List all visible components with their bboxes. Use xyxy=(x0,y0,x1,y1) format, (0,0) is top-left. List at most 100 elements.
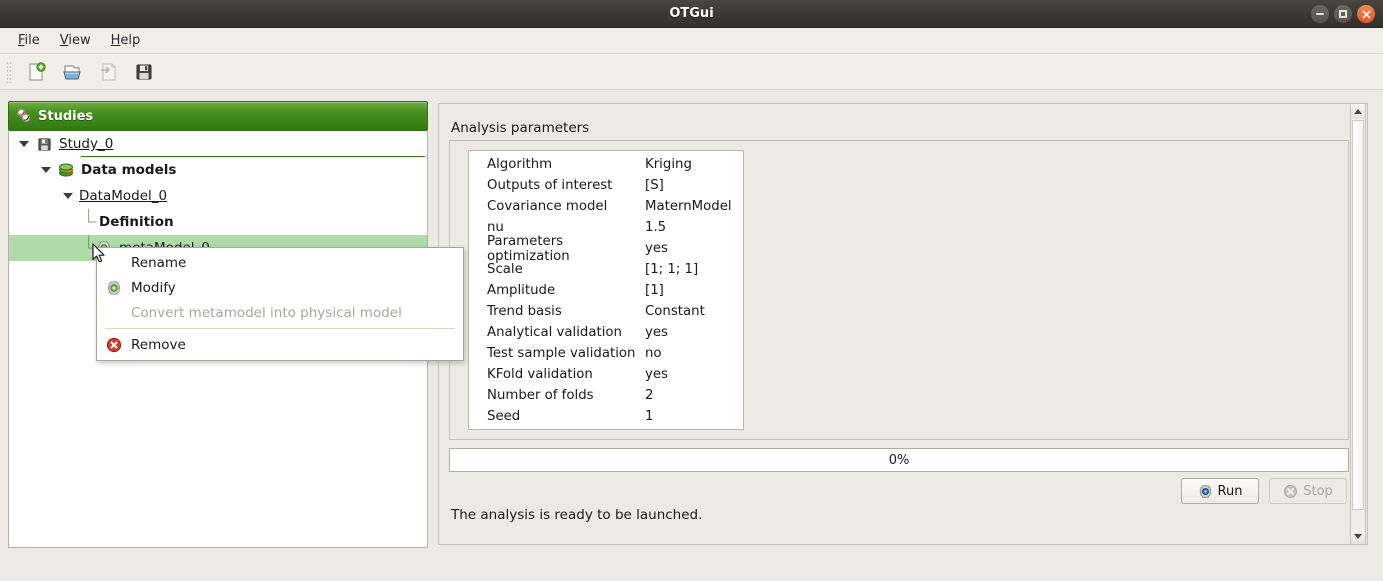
analysis-parameters-title: Analysis parameters xyxy=(451,120,589,136)
context-menu-item-convert-metamodel: Convert metamodel into physical model xyxy=(97,300,463,325)
remove-icon xyxy=(105,336,123,354)
param-key: Covariance model xyxy=(469,199,645,214)
import-python-script-icon xyxy=(98,62,118,82)
param-key: Test sample validation xyxy=(469,346,645,361)
menu-bar: File View Help xyxy=(0,28,1383,54)
context-menu-item-label: Remove xyxy=(131,337,186,353)
close-icon xyxy=(1362,10,1371,19)
tree-item-label: Definition xyxy=(99,214,174,230)
analysis-parameters-table: Algorithm Kriging Outputs of interest [S… xyxy=(468,150,744,430)
param-value: [1] xyxy=(645,283,743,298)
save-study-button[interactable] xyxy=(129,58,159,86)
maximize-button[interactable] xyxy=(1334,5,1352,23)
param-key: Seed xyxy=(469,409,645,424)
param-key: Outputs of interest xyxy=(469,178,645,193)
analysis-status-text: The analysis is ready to be launched. xyxy=(451,507,702,523)
window-title: OTGui xyxy=(0,0,1383,28)
tree-item-datamodel-0[interactable]: DataModel_0 xyxy=(9,183,427,209)
open-study-icon xyxy=(62,62,82,82)
close-button[interactable] xyxy=(1357,5,1375,23)
analysis-progress-bar: 0% xyxy=(449,448,1349,472)
context-menu-item-modify[interactable]: Modify xyxy=(97,275,463,300)
chevron-down-icon[interactable] xyxy=(19,141,29,147)
context-menu-item-remove[interactable]: Remove xyxy=(97,332,463,357)
chevron-down-icon[interactable] xyxy=(63,193,73,199)
table-row: Amplitude [1] xyxy=(469,280,743,301)
studies-icon xyxy=(16,108,32,124)
minimize-icon xyxy=(1316,13,1324,15)
table-row: KFold validation yes xyxy=(469,364,743,385)
table-row: Trend basis Constant xyxy=(469,301,743,322)
tree-item-label: DataModel_0 xyxy=(79,188,167,204)
param-value: 1 xyxy=(645,409,743,424)
menu-view[interactable]: View xyxy=(50,30,101,51)
param-value: Constant xyxy=(645,304,743,319)
context-menu-separator xyxy=(105,328,455,329)
data-models-icon xyxy=(57,161,75,179)
table-row: Test sample validation no xyxy=(469,343,743,364)
toolbar xyxy=(0,54,1383,90)
scroll-down-button[interactable] xyxy=(1351,529,1365,544)
import-python-script-button[interactable] xyxy=(93,58,123,86)
scrollbar-thumb[interactable] xyxy=(1352,120,1364,510)
param-value: yes xyxy=(645,367,743,382)
stop-button-label: Stop xyxy=(1303,484,1333,499)
param-key: Analytical validation xyxy=(469,325,645,340)
tree-item-definition[interactable]: Definition xyxy=(9,209,427,235)
window-controls xyxy=(1311,5,1375,23)
param-key: Amplitude xyxy=(469,283,645,298)
chevron-down-icon xyxy=(1354,534,1362,539)
table-row: Algorithm Kriging xyxy=(469,154,743,175)
param-key: Trend basis xyxy=(469,304,645,319)
menu-file[interactable]: File xyxy=(8,30,50,51)
save-study-icon xyxy=(134,62,154,82)
save-icon xyxy=(35,135,53,153)
param-key: Number of folds xyxy=(469,388,645,403)
param-value: 2 xyxy=(645,388,743,403)
param-value: no xyxy=(645,346,743,361)
new-study-icon xyxy=(26,62,46,82)
param-value: [S] xyxy=(645,178,743,193)
run-gear-icon xyxy=(1198,484,1213,499)
toolbar-drag-handle[interactable] xyxy=(6,61,12,83)
param-value: yes xyxy=(645,325,743,340)
context-menu-item-label: Modify xyxy=(131,280,176,296)
studies-dock-title: Studies xyxy=(38,109,93,124)
param-key: Scale xyxy=(469,262,645,277)
context-menu-item-rename[interactable]: Rename xyxy=(97,250,463,275)
chevron-down-icon[interactable] xyxy=(41,167,51,173)
analysis-panel-scrollbar[interactable] xyxy=(1350,103,1366,545)
open-study-button[interactable] xyxy=(57,58,87,86)
context-menu-item-label: Convert metamodel into physical model xyxy=(131,305,402,321)
param-key: KFold validation xyxy=(469,367,645,382)
analysis-action-buttons: Run Stop xyxy=(1181,478,1347,504)
context-menu-item-label: Rename xyxy=(131,255,186,271)
menu-help[interactable]: Help xyxy=(101,30,151,51)
tree-item-label: Data models xyxy=(81,162,176,178)
mouse-cursor-icon xyxy=(92,243,108,265)
table-row: Seed 1 xyxy=(469,406,743,427)
run-button[interactable]: Run xyxy=(1181,478,1259,504)
gear-icon xyxy=(105,279,123,297)
tree-item-study-0[interactable]: Study_0 xyxy=(9,131,427,157)
title-bar: OTGui xyxy=(0,0,1383,28)
scroll-up-button[interactable] xyxy=(1351,104,1365,119)
progress-label: 0% xyxy=(889,453,910,468)
new-study-button[interactable] xyxy=(21,58,51,86)
chevron-up-icon xyxy=(1354,109,1362,114)
param-value: yes xyxy=(645,241,743,256)
table-row: Number of folds 2 xyxy=(469,385,743,406)
context-menu[interactable]: Rename Modify Convert metamodel into phy… xyxy=(96,247,464,361)
maximize-icon xyxy=(1339,10,1347,18)
studies-dock-header: Studies xyxy=(8,101,428,131)
stop-icon xyxy=(1283,484,1298,499)
table-row: Parameters optimization yes xyxy=(469,238,743,259)
tree-item-data-models[interactable]: Data models xyxy=(9,157,427,183)
param-key: Algorithm xyxy=(469,157,645,172)
param-value: [1; 1; 1] xyxy=(645,262,743,277)
analysis-panel: Analysis parameters Algorithm Kriging Ou… xyxy=(438,103,1368,545)
minimize-button[interactable] xyxy=(1311,5,1329,23)
table-row: Analytical validation yes xyxy=(469,322,743,343)
stop-button: Stop xyxy=(1269,478,1347,504)
param-key: Parameters optimization xyxy=(469,234,645,264)
